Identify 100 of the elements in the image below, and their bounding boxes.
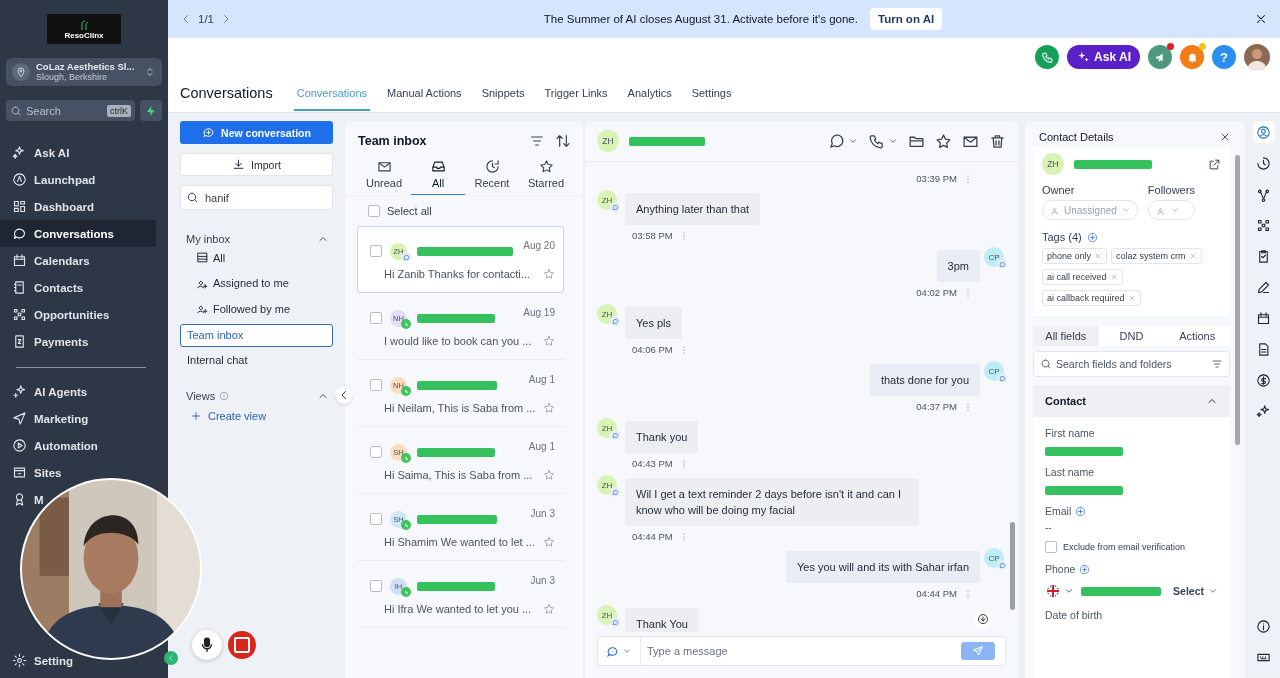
microphone-button[interactable] [192, 630, 222, 660]
field-label: Phone [1045, 563, 1076, 575]
tab[interactable]: Settings [688, 87, 735, 111]
checkbox[interactable] [368, 205, 380, 217]
collapse-button[interactable] [335, 386, 353, 404]
inbox-item[interactable]: Team inbox [180, 323, 333, 347]
call-menu-button[interactable] [868, 132, 898, 150]
message-time: 04:06 PM [632, 344, 673, 355]
new-conversation-button[interactable]: New conversation [180, 121, 333, 144]
filter-icon [1211, 358, 1223, 370]
quick-action-button[interactable] [140, 100, 162, 121]
filter-button[interactable] [529, 133, 545, 149]
channel-menu-button[interactable] [828, 132, 858, 150]
section-header[interactable]: Contact [1033, 385, 1230, 417]
menu-item-icon [12, 145, 27, 160]
ask-ai-button[interactable]: Ask AI [1067, 45, 1140, 69]
sidebar-item[interactable]: AI Agents [0, 383, 94, 400]
tag-chip[interactable]: colaz system crm [1111, 248, 1202, 264]
search-field[interactable]: Search fields and folders [1033, 351, 1230, 377]
tab[interactable]: Analytics [624, 87, 675, 111]
settings-item[interactable]: Setting [0, 654, 73, 667]
tab[interactable]: Manual Actions [384, 87, 465, 111]
sender-avatar: CP [984, 247, 1004, 267]
sender-avatar: ZH [597, 190, 617, 210]
panel-title: Contact Details [1039, 131, 1114, 143]
tag-chip[interactable]: ai callback required [1042, 290, 1141, 306]
announcements-button[interactable] [1148, 45, 1172, 69]
sidebar-item[interactable]: Marketing [0, 410, 95, 427]
tab[interactable]: DND [1098, 326, 1165, 346]
inbox-filter-item[interactable]: Followed by me [180, 296, 333, 322]
add-email-button[interactable] [1075, 505, 1087, 517]
sidebar-item[interactable]: Contacts [0, 279, 90, 296]
inbox-item[interactable]: Internal chat [180, 348, 333, 372]
checkbox[interactable] [370, 580, 382, 592]
message-time: 03:58 PM [632, 230, 673, 241]
sidebar-item[interactable]: Calendars [0, 252, 96, 269]
sidebar-item[interactable]: Automation [0, 437, 104, 454]
sort-button[interactable] [555, 133, 571, 149]
checkbox[interactable] [1045, 541, 1057, 553]
sidebar-item[interactable]: Payments [0, 333, 95, 350]
tag-chip[interactable]: ai call received [1042, 269, 1123, 285]
section-header[interactable]: Views [180, 389, 333, 402]
filter-tab[interactable]: Unread [357, 159, 411, 195]
message-composer[interactable]: Type a message [597, 636, 1006, 666]
tab[interactable]: Snippets [478, 87, 528, 111]
star-icon [935, 132, 952, 150]
section-header[interactable]: My inbox [180, 233, 333, 245]
logo[interactable]: ResoClinx [47, 14, 121, 44]
scrollbar[interactable] [1010, 522, 1015, 610]
tab[interactable]: All fields [1033, 326, 1099, 346]
scroll-down-button[interactable] [974, 610, 992, 628]
checkbox[interactable] [370, 446, 382, 458]
search-field[interactable]: Search ctrlK [6, 100, 135, 121]
sidebar-item[interactable]: Dashboard [0, 198, 101, 215]
phone-type-dropdown[interactable]: Select [1173, 585, 1218, 597]
delete-button[interactable] [989, 132, 1006, 150]
sidebar-item[interactable]: Conversations [0, 220, 156, 247]
sidebar-item[interactable]: Opportunities [0, 306, 116, 323]
open-external-button[interactable] [1208, 157, 1221, 171]
filter-tab[interactable]: Recent [465, 159, 519, 195]
flag-icon[interactable] [1045, 583, 1061, 599]
close-button[interactable] [1219, 131, 1231, 143]
checkbox[interactable] [370, 513, 382, 525]
rail-icon [1256, 217, 1271, 233]
create-view-link[interactable]: Create view [180, 409, 333, 422]
add-tag-button[interactable] [1086, 231, 1098, 243]
scrollbar[interactable] [1235, 155, 1240, 445]
sender-avatar: ZH [597, 475, 617, 495]
message-input[interactable]: Type a message [641, 637, 961, 665]
phone-button[interactable] [1035, 45, 1060, 69]
import-button[interactable]: Import [180, 153, 333, 176]
inbox-filter-item[interactable]: Assigned to me [180, 270, 333, 296]
message-preview: Hi Neilam, This is Saba from ... [384, 402, 537, 414]
tab-icon [430, 159, 446, 174]
add-phone-button[interactable] [1079, 563, 1091, 575]
search-field[interactable]: hanif [180, 185, 333, 210]
sidebar-item[interactable]: Ask AI [0, 144, 76, 161]
collapse-toggle-button[interactable] [164, 651, 178, 665]
stop-recording-button[interactable] [228, 631, 256, 659]
tab[interactable]: Trigger Links [541, 87, 611, 111]
tab[interactable]: Actions [1164, 326, 1230, 346]
filter-tab[interactable]: Starred [519, 159, 573, 195]
inbox-filter-item[interactable]: All [180, 245, 333, 271]
turn-on-ai-button[interactable]: Turn on AI [869, 8, 943, 30]
account-switcher[interactable]: CoLaz Aesthetics Sl... Slough, Berkshire [6, 58, 162, 86]
tag-chip[interactable]: phone only [1042, 248, 1108, 264]
page-counter: 1/1 [198, 13, 214, 25]
checkbox[interactable] [370, 379, 382, 391]
notifications-button[interactable] [1180, 45, 1204, 69]
filter-tab[interactable]: All [411, 159, 465, 195]
sidebar-item[interactable]: Sites [0, 464, 68, 481]
sidebar-item[interactable]: M [0, 491, 50, 508]
stop-icon [234, 637, 250, 653]
user-avatar[interactable] [1244, 44, 1270, 70]
download-icon [232, 158, 246, 171]
message-time: 04:43 PM [632, 458, 673, 469]
checkbox[interactable] [370, 245, 382, 257]
checkbox[interactable] [370, 312, 382, 324]
sidebar-item[interactable]: Launchpad [0, 171, 102, 188]
star-button[interactable] [935, 132, 952, 150]
